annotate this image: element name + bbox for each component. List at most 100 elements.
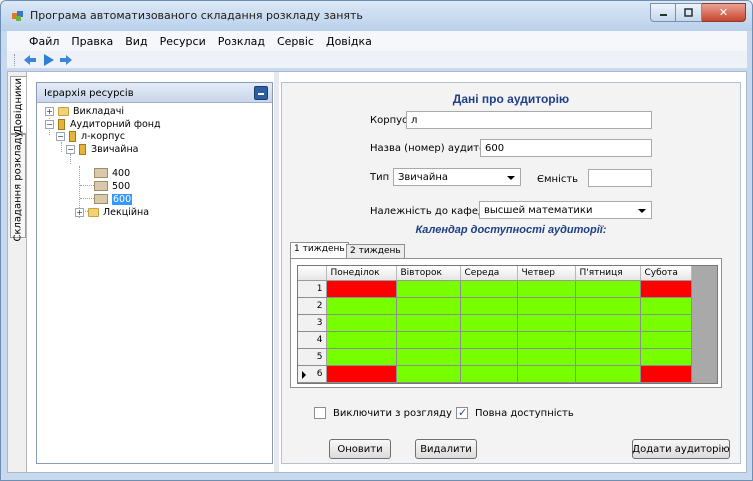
- column-header[interactable]: Середа: [460, 266, 518, 281]
- add-room-button[interactable]: Додати аудиторію: [632, 439, 730, 459]
- grid-cell[interactable]: [326, 331, 397, 349]
- grid-cell[interactable]: [460, 348, 518, 366]
- grid-cell[interactable]: [640, 297, 692, 315]
- row-header-current[interactable]: 6: [298, 365, 327, 383]
- grid-cell[interactable]: [517, 348, 576, 366]
- checkbox-box[interactable]: [314, 407, 326, 419]
- grid-cell[interactable]: [517, 365, 576, 383]
- column-header[interactable]: Понеділок: [326, 266, 397, 281]
- grid-cell[interactable]: [575, 314, 641, 332]
- tab-scheduling-label: Складання розкладу: [12, 130, 24, 242]
- refresh-button[interactable]: Оновити: [329, 439, 391, 459]
- menu-edit[interactable]: Правка: [71, 35, 113, 48]
- toolbar-grip[interactable]: [14, 54, 17, 66]
- grid-cell[interactable]: [460, 365, 518, 383]
- current-row-icon: [302, 370, 306, 379]
- close-button[interactable]: ✕: [702, 3, 746, 22]
- arrow-left-icon[interactable]: [23, 53, 37, 67]
- grid-cell[interactable]: [640, 280, 692, 298]
- grid-cell[interactable]: [640, 331, 692, 349]
- arrow-right-icon[interactable]: [59, 53, 73, 67]
- grid-cell[interactable]: [396, 365, 461, 383]
- grid-cell[interactable]: [396, 280, 461, 298]
- tree-item-building-l[interactable]: − л-корпус: [56, 130, 125, 142]
- column-header[interactable]: Субота: [640, 266, 692, 281]
- type-select[interactable]: Звичайна: [393, 168, 521, 186]
- grid-cell[interactable]: [396, 297, 461, 315]
- grid-cell[interactable]: [396, 314, 461, 332]
- availability-grid[interactable]: Понеділок Вівторок Середа Четвер П'ятниц…: [297, 265, 718, 384]
- grid-cell[interactable]: [460, 297, 518, 315]
- expand-icon[interactable]: +: [45, 106, 54, 116]
- menu-resources[interactable]: Ресурси: [160, 35, 206, 48]
- capacity-input[interactable]: [588, 169, 652, 187]
- collapse-icon[interactable]: −: [56, 131, 65, 141]
- building-input[interactable]: л: [406, 111, 652, 129]
- row-header[interactable]: 5: [298, 348, 327, 366]
- grid-cell[interactable]: [326, 348, 397, 366]
- menu-schedule[interactable]: Розклад: [218, 35, 265, 48]
- full-availability-checkbox[interactable]: Повна доступність: [456, 406, 574, 419]
- grid-cell[interactable]: [517, 280, 576, 298]
- title-bar[interactable]: Програма автоматизованого складання розк…: [1, 1, 752, 31]
- grid-cell[interactable]: [396, 348, 461, 366]
- grid-cell[interactable]: [326, 297, 397, 315]
- grid-cell[interactable]: [640, 365, 692, 383]
- column-header[interactable]: Четвер: [517, 266, 576, 281]
- grid-cell[interactable]: [640, 314, 692, 332]
- grid-cell[interactable]: [460, 280, 518, 298]
- grid-cell[interactable]: [326, 280, 397, 298]
- panel-collapse-button[interactable]: [254, 86, 268, 100]
- exclude-checkbox[interactable]: Виключити з розгляду: [314, 407, 452, 419]
- grid-cell[interactable]: [326, 365, 397, 383]
- tree-item-room-fund[interactable]: − Аудиторний фонд: [45, 118, 161, 130]
- collapse-icon[interactable]: −: [45, 119, 54, 129]
- play-icon[interactable]: [41, 53, 55, 67]
- grid-cell[interactable]: [575, 280, 641, 298]
- menu-file[interactable]: Файл: [29, 35, 59, 48]
- grid-cell[interactable]: [575, 331, 641, 349]
- row-header[interactable]: 4: [298, 331, 327, 349]
- tree-item-room-600[interactable]: 600: [94, 193, 133, 205]
- row-header[interactable]: 2: [298, 297, 327, 315]
- exclude-label: Виключити з розгляду: [333, 407, 452, 419]
- grid-cell[interactable]: [517, 297, 576, 315]
- tab-directories[interactable]: Довідники: [10, 76, 26, 134]
- menu-help[interactable]: Довідка: [326, 35, 372, 48]
- panel-splitter[interactable]: [274, 72, 279, 472]
- tab-scheduling[interactable]: Складання розкладу: [10, 130, 26, 242]
- tab-week-2[interactable]: 2 тиждень: [346, 244, 405, 259]
- tree-item-room-500[interactable]: 500: [94, 180, 130, 192]
- checkbox-box[interactable]: [456, 406, 468, 419]
- grid-cell[interactable]: [460, 314, 518, 332]
- delete-button[interactable]: Видалити: [415, 439, 477, 459]
- menu-view[interactable]: Вид: [125, 35, 147, 48]
- grid-cell[interactable]: [517, 314, 576, 332]
- tab-week-1[interactable]: 1 тиждень: [290, 242, 349, 259]
- grid-cell[interactable]: [326, 314, 397, 332]
- grid-body: 1 2 3 4 5 6: [298, 280, 692, 383]
- column-header[interactable]: Вівторок: [396, 266, 461, 281]
- row-header[interactable]: 1: [298, 280, 327, 298]
- room-name-input[interactable]: 600: [480, 139, 652, 157]
- grid-cell[interactable]: [396, 331, 461, 349]
- collapse-icon[interactable]: −: [66, 144, 75, 154]
- tree-item-lecture[interactable]: + Лекційна: [75, 206, 149, 218]
- minimize-button[interactable]: [650, 3, 676, 22]
- grid-cell[interactable]: [517, 331, 576, 349]
- room-name-label: Назва (номер) аудиторії: [370, 143, 498, 154]
- tree-item-regular[interactable]: − Звичайна: [66, 143, 139, 155]
- grid-cell[interactable]: [460, 331, 518, 349]
- grid-cell[interactable]: [575, 348, 641, 366]
- row-header[interactable]: 3: [298, 314, 327, 332]
- department-select[interactable]: высшей математики: [479, 201, 652, 219]
- grid-cell[interactable]: [640, 348, 692, 366]
- grid-cell[interactable]: [575, 297, 641, 315]
- tree-item-room-400[interactable]: 400: [94, 167, 130, 179]
- expand-icon[interactable]: +: [75, 207, 84, 217]
- maximize-button[interactable]: [676, 3, 702, 22]
- menu-service[interactable]: Сервіс: [277, 35, 314, 48]
- grid-cell[interactable]: [575, 365, 641, 383]
- tree-item-teachers[interactable]: + Викладачі: [45, 105, 124, 117]
- column-header[interactable]: П'ятниця: [575, 266, 641, 281]
